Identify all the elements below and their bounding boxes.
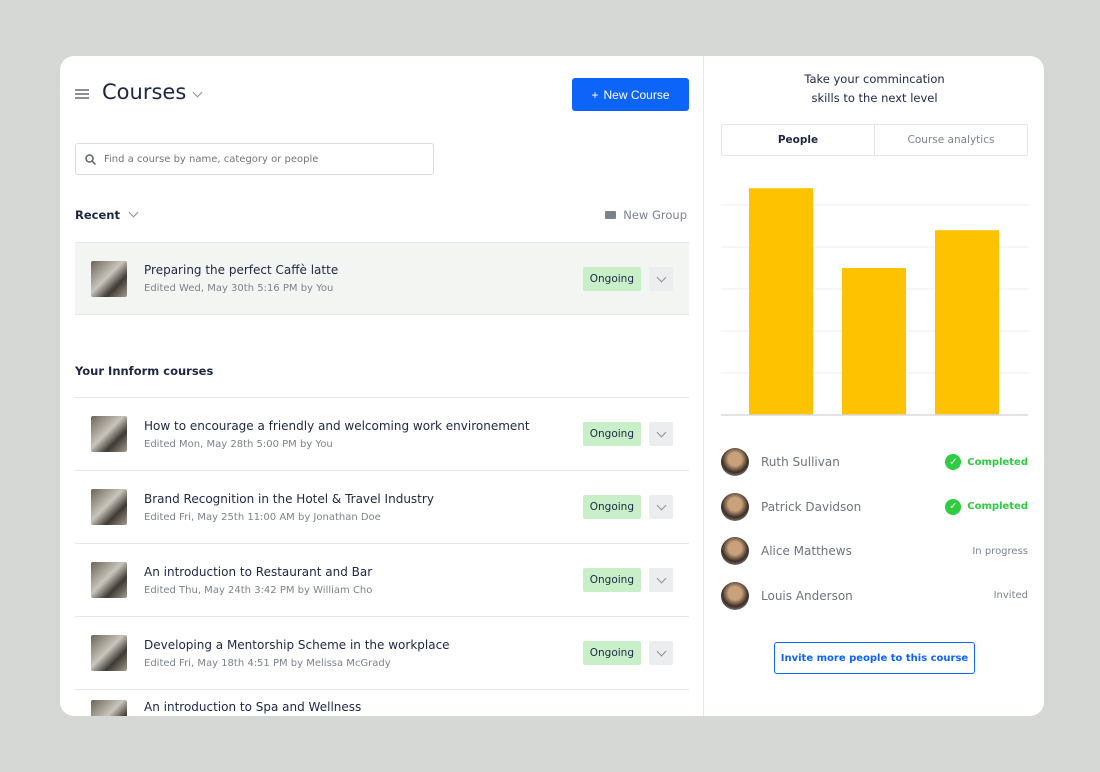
course-title[interactable]: How to encourage a friendly and welcomin… bbox=[144, 419, 583, 433]
bar-chart bbox=[721, 188, 1028, 416]
course-subtitle: Edited Fri, May 25th 11:00 AM by Jonatha… bbox=[144, 511, 381, 523]
person-row[interactable]: Ruth Sullivan ✓ Completed bbox=[721, 447, 1028, 477]
course-row[interactable]: Brand Recognition in the Hotel & Travel … bbox=[75, 470, 689, 543]
page-title: Courses bbox=[102, 80, 187, 104]
folder-plus-icon bbox=[605, 211, 617, 219]
course-detail-panel: Take your commincation skills to the next… bbox=[705, 56, 1044, 716]
course-row[interactable]: An introduction to Spa and Wellness bbox=[75, 689, 689, 716]
course-thumbnail bbox=[91, 489, 127, 525]
bar bbox=[935, 230, 999, 415]
check-circle-icon: ✓ bbox=[945, 454, 962, 470]
row-menu-button[interactable] bbox=[649, 568, 673, 592]
recent-filter[interactable]: Recent bbox=[75, 207, 139, 222]
course-title[interactable]: Brand Recognition in the Hotel & Travel … bbox=[144, 492, 583, 506]
person-row[interactable]: Patrick Davidson ✓ Completed bbox=[721, 492, 1028, 522]
course-subtitle: Edited Fri, May 18th 4:51 PM by Melissa … bbox=[144, 657, 391, 669]
course-row[interactable]: How to encourage a friendly and welcomin… bbox=[75, 397, 689, 470]
course-title[interactable]: An introduction to Spa and Wellness bbox=[144, 700, 689, 714]
person-status: Invited bbox=[993, 590, 1028, 601]
chevron-down-icon bbox=[656, 573, 666, 584]
section-heading: Your Innform courses bbox=[75, 364, 214, 378]
chevron-down-icon bbox=[656, 272, 666, 282]
course-subtitle: Edited Mon, May 28th 5:00 PM by You bbox=[144, 438, 333, 450]
status-badge: Ongoing bbox=[582, 568, 641, 592]
bar bbox=[842, 268, 906, 415]
course-thumbnail bbox=[91, 260, 127, 297]
panel-title: Take your commincation skills to the next… bbox=[804, 72, 945, 105]
course-row[interactable]: Developing a Mentorship Scheme in the wo… bbox=[75, 616, 689, 689]
new-group-button[interactable]: New Group bbox=[605, 208, 687, 222]
chevron-down-icon bbox=[656, 427, 666, 438]
avatar bbox=[721, 448, 749, 476]
courses-panel: Courses +New Course Recent New Group Pre… bbox=[60, 56, 704, 716]
status-badge: Ongoing bbox=[582, 266, 641, 291]
course-row[interactable]: An introduction to Restaurant and Bar Edi… bbox=[75, 543, 689, 616]
row-menu-button[interactable] bbox=[649, 266, 673, 291]
person-status: ✓ Completed bbox=[945, 454, 1028, 470]
course-subtitle: Edited Thu, May 24th 3:42 PM by William … bbox=[144, 584, 373, 596]
person-name: Ruth Sullivan bbox=[761, 455, 840, 469]
person-status: ✓ Completed bbox=[945, 498, 1028, 515]
tab-people[interactable]: People bbox=[722, 125, 875, 155]
main-card: Courses +New Course Recent New Group Pre… bbox=[60, 56, 1044, 716]
bar bbox=[749, 188, 813, 415]
person-row[interactable]: Alice Matthews In progress bbox=[721, 536, 1028, 566]
course-thumbnail bbox=[91, 416, 127, 452]
status-badge: Ongoing bbox=[582, 495, 641, 519]
chevron-down-icon bbox=[656, 646, 666, 657]
check-circle-icon: ✓ bbox=[945, 498, 962, 515]
course-title[interactable]: An introduction to Restaurant and Bar bbox=[144, 565, 583, 579]
course-row[interactable]: Preparing the perfect Caffè latte Edited … bbox=[75, 242, 689, 315]
search-input[interactable] bbox=[104, 153, 404, 165]
new-course-button[interactable]: + New Course bbox=[572, 78, 689, 111]
avatar bbox=[721, 492, 749, 521]
row-menu-button[interactable] bbox=[649, 495, 673, 519]
chevron-down-icon[interactable] bbox=[192, 87, 203, 98]
search-icon bbox=[85, 153, 96, 165]
tab-course-analytics[interactable]: Course analytics bbox=[875, 125, 1027, 155]
avatar bbox=[721, 581, 749, 610]
course-thumbnail bbox=[91, 635, 127, 671]
avatar bbox=[721, 537, 749, 565]
person-name: Alice Matthews bbox=[761, 544, 852, 558]
person-status: In progress bbox=[972, 545, 1028, 557]
course-title[interactable]: Developing a Mentorship Scheme in the wo… bbox=[144, 638, 583, 652]
invite-button[interactable]: Invite more people to this course bbox=[774, 642, 975, 674]
course-subtitle: Edited Wed, May 30th 5:16 PM by You bbox=[144, 283, 334, 294]
row-menu-button[interactable] bbox=[649, 641, 673, 665]
chevron-down-icon bbox=[656, 500, 666, 511]
course-thumbnail bbox=[91, 700, 127, 716]
tabs: People Course analytics bbox=[721, 124, 1028, 156]
course-title[interactable]: Preparing the perfect Caffè latte bbox=[144, 263, 583, 277]
row-menu-button[interactable] bbox=[649, 422, 673, 446]
status-badge: Ongoing bbox=[582, 641, 641, 665]
person-name: Louis Anderson bbox=[761, 588, 853, 603]
person-name: Patrick Davidson bbox=[761, 499, 862, 514]
hamburger-menu-icon[interactable] bbox=[75, 89, 89, 99]
chevron-down-icon bbox=[128, 207, 139, 218]
course-thumbnail bbox=[91, 562, 127, 598]
search-box[interactable] bbox=[75, 143, 434, 175]
person-row[interactable]: Louis Anderson Invited bbox=[721, 581, 1028, 611]
status-badge: Ongoing bbox=[582, 422, 641, 446]
plus-icon: + bbox=[591, 87, 599, 102]
